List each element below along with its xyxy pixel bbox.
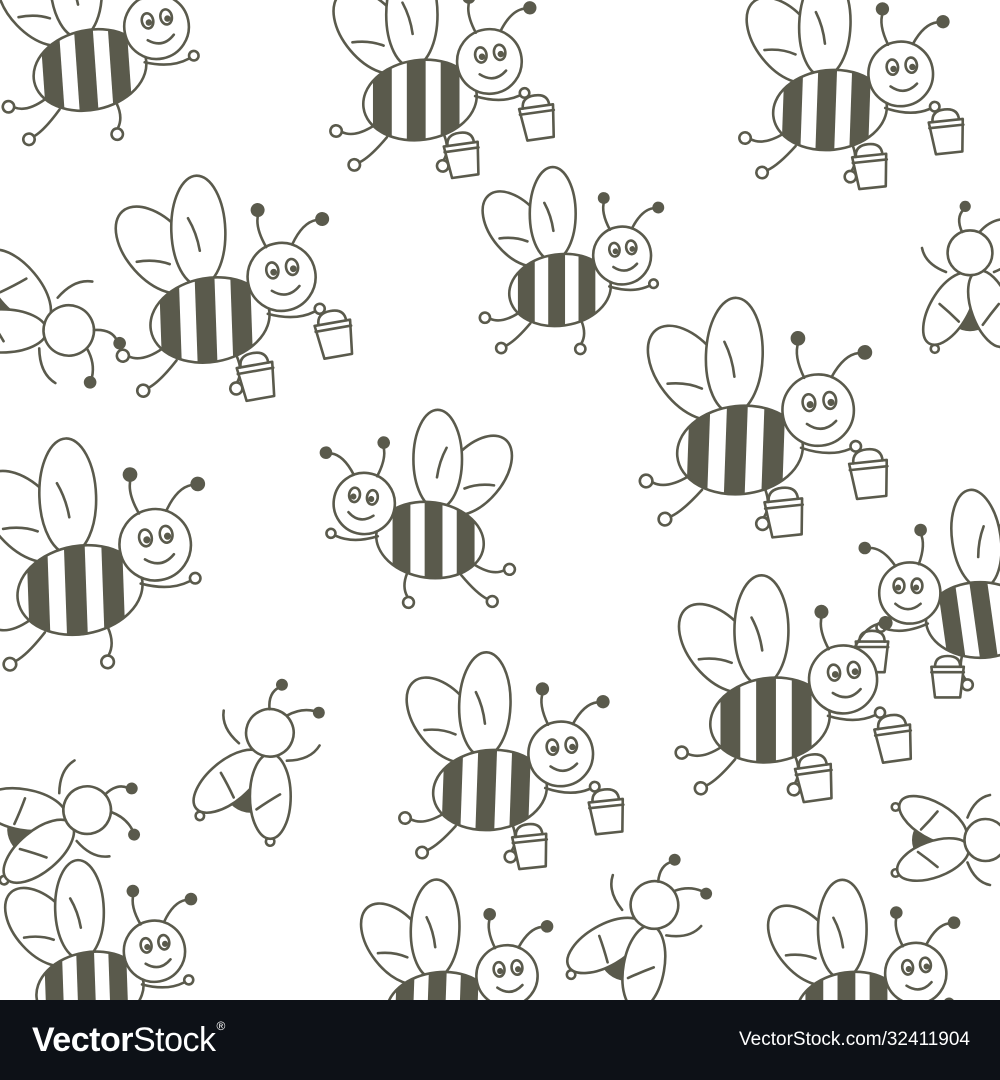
logo-text-light: Stock xyxy=(132,1020,216,1059)
bee-figure xyxy=(766,878,961,1000)
bee-figure-top-view xyxy=(920,200,1000,355)
bee-pattern-illustration xyxy=(0,0,1000,1000)
bee-pattern-svg xyxy=(0,0,1000,1000)
bee-figure xyxy=(114,174,354,403)
bee-figure xyxy=(638,296,889,539)
bee-figure-top-view xyxy=(565,853,713,1000)
bee-figure xyxy=(398,651,625,871)
bee-figure-top-view xyxy=(192,678,325,848)
image-credit-id: VectorStock.com/32411904 xyxy=(739,1029,970,1050)
watermark-footer-bar: VectorStock® VectorStock.com/32411904 xyxy=(0,1000,1000,1080)
bee-figure xyxy=(738,0,965,191)
bee-figure xyxy=(359,878,554,1000)
bee-figure-top-view xyxy=(890,793,1000,887)
logo-text-bold: Vector xyxy=(32,1020,133,1059)
bee-figure xyxy=(329,0,556,180)
bee-figure xyxy=(854,488,1000,699)
registered-mark: ® xyxy=(216,1018,226,1033)
bee-figure xyxy=(478,165,665,356)
bee-figure xyxy=(319,408,517,610)
vectorstock-logo: VectorStock® xyxy=(32,1018,226,1060)
bee-figure xyxy=(0,437,206,672)
bee-figure xyxy=(0,0,200,147)
